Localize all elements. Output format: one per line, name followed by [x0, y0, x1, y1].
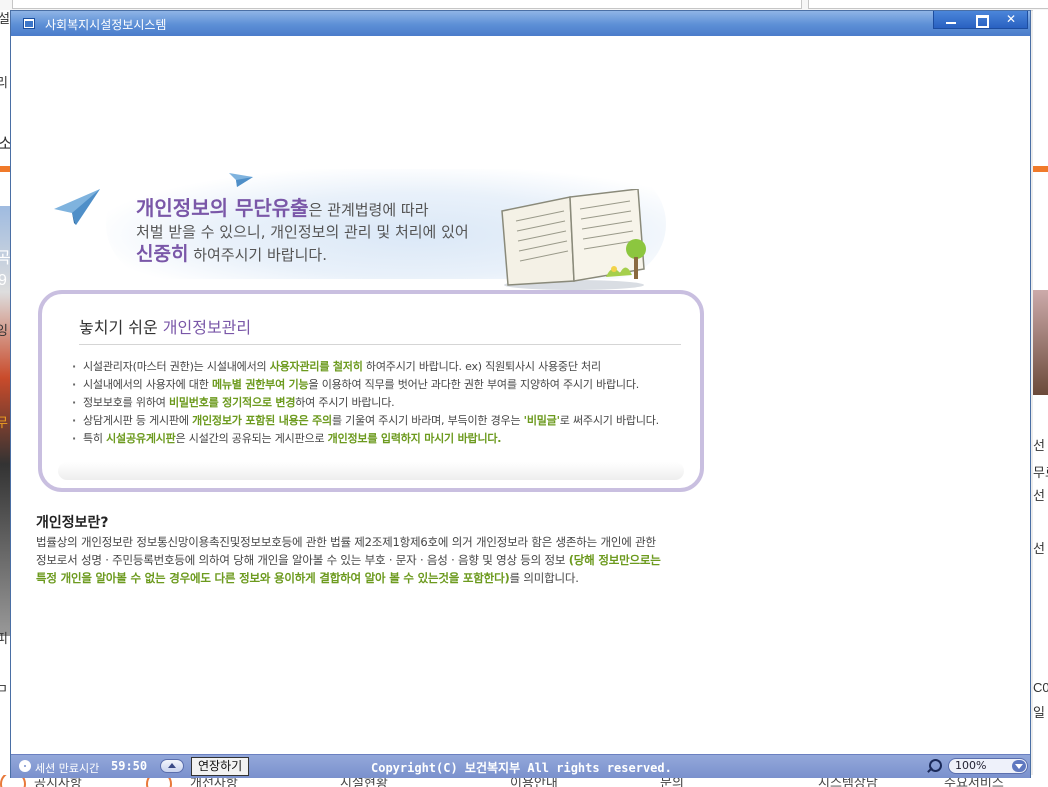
zoom-value: 100%	[955, 759, 987, 772]
banner-highlight: 개인정보의 무단유출	[136, 196, 309, 220]
banner-message: 개인정보의 무단유출은 관계법령에 따라 처벌 받을 수 있으니, 개인정보의 …	[136, 197, 469, 266]
definition-line: 정보로서 성명 · 주민등록번호등에 의하여 당해 개인을 알아볼 수 있는 부…	[36, 553, 569, 567]
tip-text: 시설관리자(마스터 권한)는 시설내에서의	[83, 360, 270, 373]
banner-text: 하여주시기 바랍니다.	[188, 246, 327, 264]
popup-window: 사회복지시설정보시스템 ✕ 개인정보의 무단유출은 관계법령에 따라 처벌 받을…	[10, 10, 1031, 778]
paper-plane-icon	[54, 189, 100, 225]
close-button[interactable]: ✕	[997, 12, 1025, 27]
box-title-highlight: 개인정보관리	[162, 318, 252, 337]
bg-text: 9	[0, 272, 7, 289]
extend-session-button[interactable]: 연장하기	[191, 757, 250, 776]
bg-text: C0	[1033, 680, 1048, 695]
banner-highlight: 신중히	[136, 243, 189, 265]
definition-highlight: 특정 개인을 알아볼 수 없는 경우에도 다른 정보와 용이하게 결합하여 알아…	[36, 571, 510, 585]
tip-highlight: 시설공유게시판	[106, 432, 176, 445]
definition-line: 를 의미합니다.	[509, 571, 579, 585]
list-item: 정보보호를 위하여 비밀번호를 정기적으로 변경하여 주시기 바랍니다.	[72, 394, 659, 412]
tip-text: 은 시설간의 공유되는 게시판으로	[175, 432, 328, 445]
bg-text: 무료	[1033, 465, 1048, 480]
privacy-tips-box: 놓치기 쉬운 개인정보관리 시설관리자(마스터 권한)는 시설내에서의 사용자관…	[38, 290, 704, 492]
definition-body: 법률상의 개인정보란 정보통신망이용촉진및정보보호등에 관한 법률 제2조제1항…	[36, 533, 716, 587]
bg-text: 선	[1033, 488, 1045, 503]
copyright-text: Copyright(C) 보건복지부 All rights reserved.	[371, 761, 672, 775]
window-title: 사회복지시설정보시스템	[45, 18, 167, 32]
banner-text: 은 관계법령에 따라	[308, 201, 429, 219]
chevron-down-icon[interactable]	[1012, 760, 1026, 772]
background-page-right: 선 무료 선 선 C0 일	[1033, 10, 1048, 787]
paper-plane-icon	[229, 173, 253, 187]
bg-text: 선	[1033, 541, 1045, 556]
tip-highlight: 메뉴별 권한부여 기능	[211, 378, 309, 391]
status-bar: 세션 만료시간 59:50 연장하기 Copyright(C) 보건복지부 Al…	[11, 754, 1030, 778]
close-icon: ✕	[1005, 12, 1017, 26]
window-titlebar[interactable]: 사회복지시설정보시스템 ✕	[11, 11, 1030, 36]
tip-highlight: 사용자관리를 철저히	[269, 360, 363, 373]
tip-highlight: 개인정보를 입력하지 마시기 바랍니다.	[327, 432, 502, 445]
window-controls: ✕	[933, 11, 1028, 29]
list-item: 시설내에서의 사용자에 대한 메뉴별 권한부여 기능을 이용하여 직무를 벗어난…	[72, 376, 659, 394]
bg-text: 설	[0, 11, 10, 26]
background-address-bar	[12, 0, 802, 9]
session-toggle-button[interactable]	[160, 759, 184, 773]
tip-text: 하여주시기 바랍니다. ex) 직원퇴사시 사용중단 처리	[362, 360, 601, 373]
zoom-select[interactable]: 100%	[948, 758, 1028, 774]
box-title: 놓치기 쉬운 개인정보관리	[79, 314, 251, 338]
definition-line: 법률상의 개인정보란 정보통신망이용촉진및정보보호등에 관한 법률 제2조제1항…	[36, 535, 656, 549]
tip-text: 정보보호를 위하여	[83, 396, 169, 409]
bg-text: 피	[0, 631, 8, 646]
divider	[79, 344, 681, 345]
background-search-bar	[808, 0, 1048, 9]
session-timer: 59:50	[111, 759, 148, 773]
bg-text: 무	[0, 415, 8, 430]
window-icon	[23, 18, 35, 29]
tip-text: 를 기울여 주시기 바라며, 부득이한 경우는	[331, 414, 524, 427]
minimize-button[interactable]	[937, 12, 965, 27]
bg-text: 잉	[0, 323, 8, 338]
privacy-warning-banner: 개인정보의 무단유출은 관계법령에 따라 처벌 받을 수 있으니, 개인정보의 …	[26, 159, 706, 309]
list-item: 특히 시설공유게시판은 시설간의 공유되는 게시판으로 개인정보를 입력하지 마…	[72, 430, 659, 448]
tip-text: 특히	[83, 432, 107, 445]
tip-text: 로 써주시기 바랍니다.	[559, 414, 659, 427]
list-item: 시설관리자(마스터 권한)는 시설내에서의 사용자관리를 철저히 하여주시기 바…	[72, 358, 659, 376]
tips-list: 시설관리자(마스터 권한)는 시설내에서의 사용자관리를 철저히 하여주시기 바…	[72, 358, 659, 448]
tip-text: 상담게시판 등 게시판에	[83, 414, 193, 427]
tip-text: 하여 주시기 바랍니다.	[295, 396, 395, 409]
bg-text: 일	[1033, 705, 1045, 720]
tip-text: 을 이용하여 직무를 벗어난 과다한 권한 부여를 지양하여 주시기 바랍니다.	[308, 378, 640, 391]
banner-text: 처벌 받을 수 있으니, 개인정보의 관리 및 처리에 있어	[136, 223, 469, 241]
open-book-icon	[501, 189, 646, 290]
box-title-prefix: 놓치기 쉬운	[79, 318, 163, 337]
gear-icon	[19, 760, 31, 772]
session-expiry-label: 세션 만료시간	[35, 762, 100, 775]
maximize-button[interactable]	[967, 12, 995, 28]
magnifier-icon	[929, 759, 942, 772]
list-item: 상담게시판 등 게시판에 개인정보가 포함된 내용은 주의를 기울여 주시기 바…	[72, 412, 659, 430]
bg-text: 선	[1033, 438, 1045, 453]
tip-highlight: '비밀글'	[523, 414, 560, 427]
tip-highlight: 개인정보가 포함된 내용은 주의	[192, 414, 332, 427]
tip-text: 시설내에서의 사용자에 대한	[83, 378, 212, 391]
tip-highlight: 비밀번호를 정기적으로 변경	[168, 396, 296, 409]
bg-text: ㅁ	[0, 681, 8, 696]
bg-text: 리	[0, 75, 8, 90]
definition-highlight: (당해 정보만으로는	[568, 553, 661, 567]
definition-title: 개인정보란?	[36, 515, 109, 531]
